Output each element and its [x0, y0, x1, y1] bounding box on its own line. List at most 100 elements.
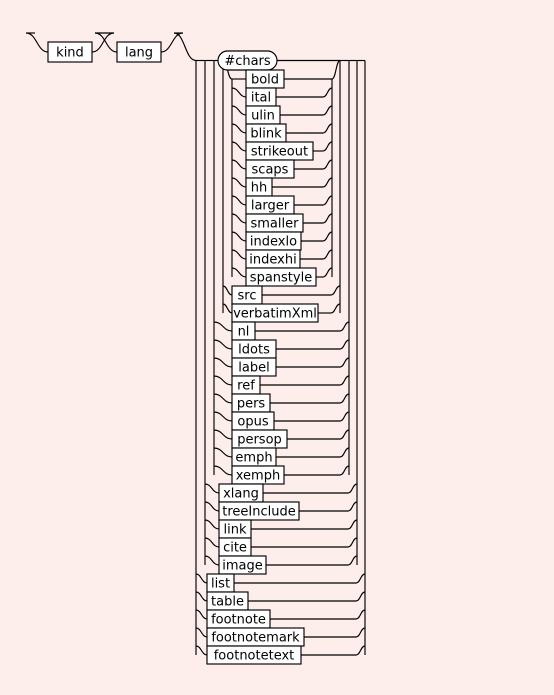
choice-node-indexhi[interactable]: indexhi	[245, 249, 301, 269]
rail-branch-in-blink	[231, 123, 247, 134]
railroad-diagram-svg: kind lang #chars bold ital ulin blink strikeout…	[0, 0, 554, 695]
node-label-ital: ital	[251, 91, 271, 106]
choice-node-xemph[interactable]: xemph	[231, 465, 285, 485]
choice-node-indexlo[interactable]: indexlo	[245, 231, 302, 251]
rail-branch-in-footnotetext	[195, 645, 208, 656]
rail-branch-in-ref	[213, 375, 233, 386]
choice-node-ref[interactable]: ref	[231, 375, 261, 395]
rail-branch-in-cite	[204, 537, 220, 548]
node-label-cite: cite	[223, 541, 247, 556]
node-label-indexhi: indexhi	[249, 253, 296, 268]
node-label-bold: bold	[251, 73, 279, 88]
rail-branch-in-persop	[213, 429, 233, 440]
choice-node-footnotetext[interactable]: footnotetext	[206, 645, 302, 665]
rail-group-entry	[173, 32, 197, 62]
node-label-indexlo: indexlo	[250, 235, 297, 250]
choice-node-hh[interactable]: hh	[245, 177, 273, 197]
node-label-xlang: xlang	[223, 487, 259, 502]
choice-node-ital[interactable]: ital	[245, 87, 277, 107]
node-label-kind: kind	[56, 46, 84, 61]
node-label-strikeout: strikeout	[251, 145, 308, 160]
sequence-node-kind[interactable]: kind	[47, 41, 93, 63]
rail-branch-in-hh	[231, 177, 247, 188]
rail-merge-larger	[322, 195, 333, 206]
choice-node-ulin[interactable]: ulin	[245, 105, 281, 125]
choice-node-blink[interactable]: blink	[245, 123, 287, 143]
rail-merge-hh	[322, 177, 333, 188]
choice-node-spanstyle[interactable]: spanstyle	[245, 267, 317, 287]
rail-branch-in-nl	[213, 321, 233, 332]
rail-merge-xlang	[347, 483, 358, 494]
rail-merge-scaps	[322, 159, 333, 170]
node-label-verbatimXml: verbatimXml	[233, 307, 317, 322]
rail-merge-indexhi	[322, 249, 333, 260]
node-label-ulin: ulin	[251, 109, 275, 124]
node-label-image: image	[222, 559, 263, 574]
node-label-link: link	[224, 523, 247, 538]
node-label-xemph: xemph	[236, 469, 280, 484]
choice-node-smaller[interactable]: smaller	[245, 213, 304, 233]
rail-branch-in-spanstyle	[231, 267, 247, 278]
rail-branch-in-label	[213, 357, 233, 368]
rail-branch-in-xlang	[204, 483, 220, 494]
rail-branch-in-ulin	[231, 105, 247, 116]
rail-branch-in-verbatimXml	[222, 303, 233, 314]
choice-node-bold[interactable]: bold	[245, 69, 285, 89]
node-label-src: src	[238, 289, 257, 304]
node-label-nl: nl	[238, 325, 250, 340]
choice-node-footnotemark[interactable]: footnotemark	[206, 627, 305, 647]
node-label-larger: larger	[251, 199, 290, 214]
choice-node-src[interactable]: src	[231, 285, 263, 305]
choice-node-strikeout[interactable]: strikeout	[245, 141, 314, 161]
node-label-ldots: ldots	[238, 343, 270, 358]
rail-merge-smaller	[322, 213, 333, 224]
choice-node-pers[interactable]: pers	[231, 393, 271, 413]
rail-merge-footnote	[355, 609, 366, 620]
choice-node-table[interactable]: table	[206, 591, 249, 611]
rail-merge-cite	[347, 537, 358, 548]
choice-node-larger[interactable]: larger	[245, 195, 295, 215]
choice-node-link[interactable]: link	[218, 519, 252, 539]
rail-merge-list	[355, 573, 366, 584]
rail-merge-footnotemark	[355, 627, 366, 638]
rail-merge-label	[339, 357, 350, 368]
choice-node-scaps[interactable]: scaps	[245, 159, 295, 179]
node-label-footnote: footnote	[211, 613, 266, 628]
node-label-ref: ref	[237, 379, 255, 394]
rail-merge-image	[347, 555, 358, 566]
node-label-lang: lang	[125, 46, 153, 61]
choice-node-opus[interactable]: opus	[231, 411, 275, 431]
choice-node-list[interactable]: list	[206, 573, 235, 593]
node-label-table: table	[211, 595, 244, 610]
rail-branch-in-treeInclude	[204, 501, 220, 512]
rail-merge-footnotetext	[355, 645, 366, 656]
choice-node-verbatimXml[interactable]: verbatimXml	[231, 303, 319, 323]
node-label-chars: #chars	[224, 54, 271, 69]
rail-merge-ldots	[339, 339, 350, 350]
node-boxes-group: kind lang #chars bold ital ulin blink strikeout…	[47, 41, 319, 665]
rail-merge-verbatimXml	[330, 303, 341, 314]
choice-node-nl[interactable]: nl	[231, 321, 256, 341]
sequence-node-lang[interactable]: lang	[116, 41, 162, 63]
choice-node-ldots[interactable]: ldots	[231, 339, 277, 359]
rail-branch-in-list	[195, 573, 208, 584]
node-label-opus: opus	[237, 415, 268, 430]
choice-node-emph[interactable]: emph	[231, 447, 277, 467]
choice-node-cite[interactable]: cite	[218, 537, 252, 557]
choice-node-persop[interactable]: persop	[231, 429, 288, 449]
choice-node-treeInclude[interactable]: treeInclude	[218, 501, 300, 521]
node-label-footnotemark: footnotemark	[211, 631, 300, 646]
rail-branch-in-larger	[231, 195, 247, 206]
choice-node-xlang[interactable]: xlang	[218, 483, 264, 503]
choice-node-chars[interactable]: #chars	[217, 50, 278, 71]
node-label-hh: hh	[251, 181, 267, 196]
choice-node-label[interactable]: label	[231, 357, 277, 377]
node-label-persop: persop	[237, 433, 282, 448]
choice-node-image[interactable]: image	[218, 555, 267, 575]
node-label-smaller: smaller	[251, 217, 300, 232]
rail-merge-treeInclude	[347, 501, 358, 512]
rail-merge-src	[330, 285, 341, 296]
choice-node-footnote[interactable]: footnote	[206, 609, 271, 629]
rail-merge-strikeout	[322, 141, 333, 152]
railroad-diagram-canvas: kind lang #chars bold ital ulin blink strikeout…	[0, 0, 554, 695]
